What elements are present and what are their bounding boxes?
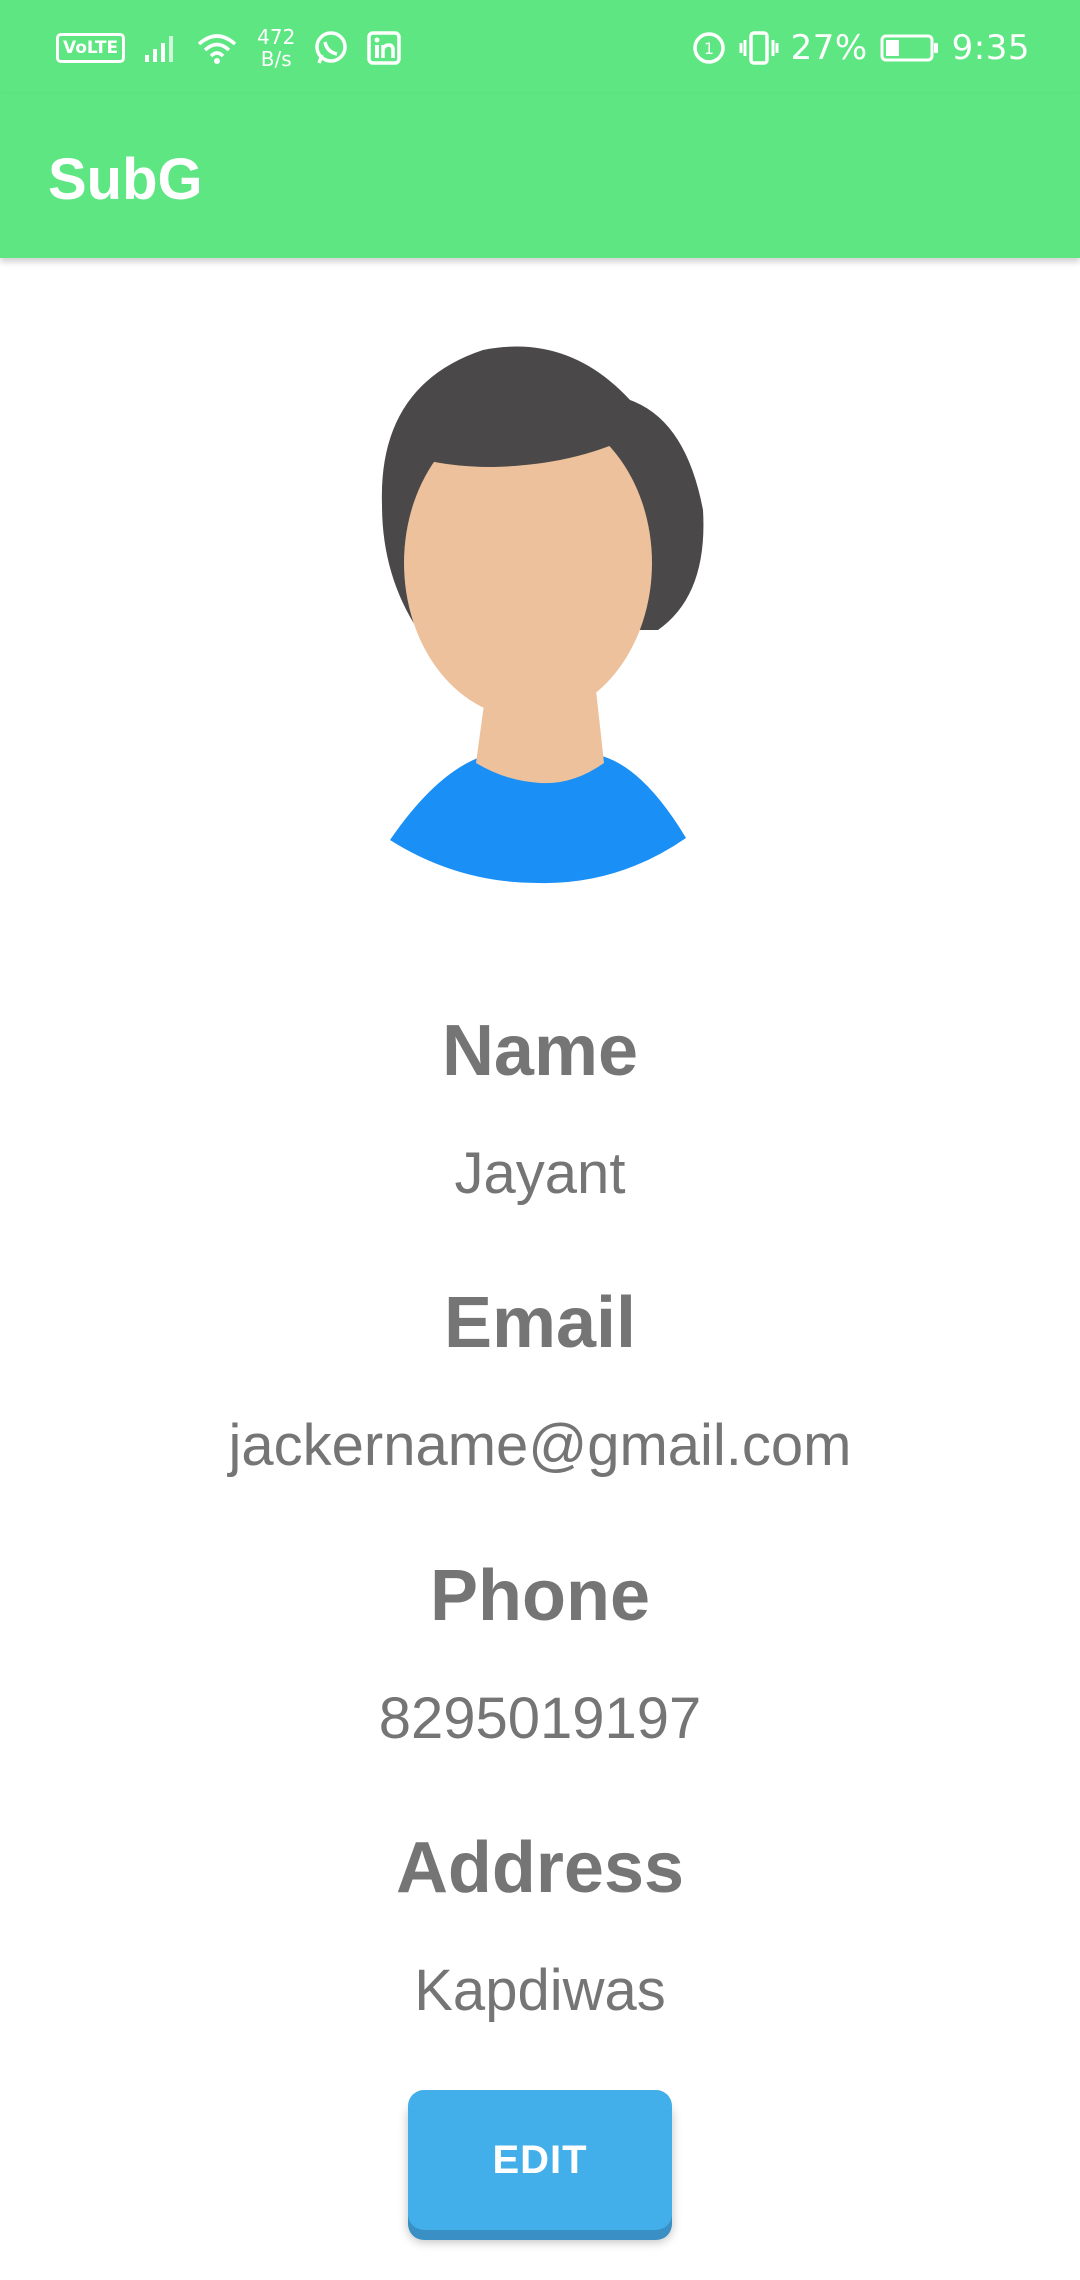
battery-percent: 27% <box>790 28 868 68</box>
clock: 9:35 <box>951 28 1030 68</box>
name-value: Jayant <box>454 1141 626 1206</box>
volte-badge: VoLTE <box>56 33 126 63</box>
address-value: Kapdiwas <box>414 1958 666 2023</box>
battery-icon <box>880 34 938 62</box>
phone-label: Phone <box>429 1556 650 1636</box>
network-speed: 472 B/s <box>257 26 295 70</box>
status-bar: VoLTE 472 B/s 1 27% 9:35 <box>0 0 1080 94</box>
status-right-group: 1 27% 9:35 <box>691 20 1030 76</box>
address-label: Address <box>395 1828 685 1908</box>
phone-value: 8295019197 <box>378 1686 702 1751</box>
status-left-group: VoLTE 472 B/s <box>56 20 402 76</box>
email-value: jackername@gmail.com <box>228 1413 852 1478</box>
profile-avatar <box>381 346 704 884</box>
network-speed-value: 472 <box>257 25 296 49</box>
email-label: Email <box>443 1283 637 1363</box>
network-speed-unit: B/s <box>260 47 292 71</box>
app-bar: SubG <box>0 94 1080 258</box>
vibrate-icon <box>739 31 779 65</box>
app-title: SubG <box>48 147 203 212</box>
name-label: Name <box>441 1011 639 1091</box>
edit-button[interactable]: EDIT <box>408 2090 672 2230</box>
signal-icon <box>145 36 174 62</box>
whatsapp-icon <box>315 31 348 64</box>
linkedin-icon <box>367 31 402 65</box>
svg-text:1: 1 <box>703 39 713 58</box>
wifi-icon <box>197 34 237 64</box>
data-saver-icon: 1 <box>692 32 725 64</box>
